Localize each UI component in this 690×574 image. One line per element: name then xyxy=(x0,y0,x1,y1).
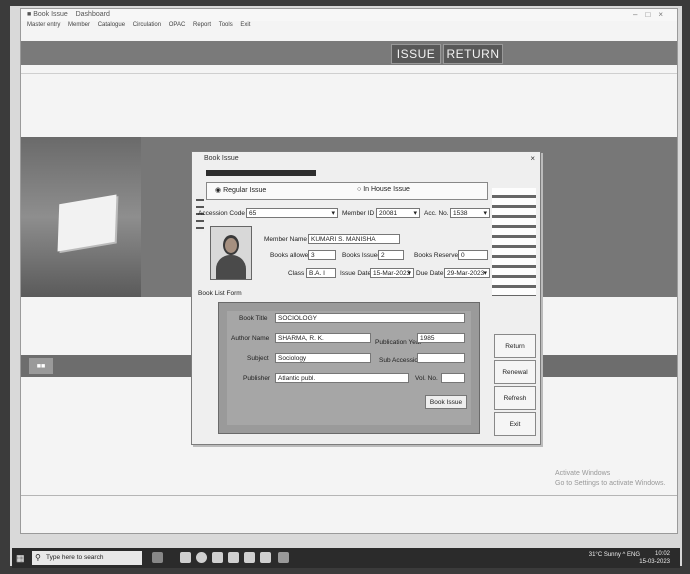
return-button[interactable]: RETURN xyxy=(443,44,503,64)
search-icon: ⚲ xyxy=(35,553,41,562)
acc-no-select[interactable]: 1538 xyxy=(450,208,490,218)
progress-bar xyxy=(206,170,316,176)
return-button[interactable]: Return xyxy=(494,334,536,358)
vol-no-field[interactable] xyxy=(441,373,465,383)
book-title-field[interactable]: SOCIOLOGY xyxy=(275,313,465,323)
sub-accession-field[interactable] xyxy=(417,353,465,363)
windows-start-icon[interactable]: ▦ xyxy=(16,553,26,563)
member-name-field[interactable]: KUMARI S. MANISHA xyxy=(308,234,400,244)
book-list-label: Book List Form xyxy=(198,290,242,297)
bookshelf-image xyxy=(492,188,536,296)
divider xyxy=(21,495,677,496)
widgets-icon[interactable] xyxy=(152,552,163,563)
task-view-icon[interactable] xyxy=(180,552,191,563)
system-tray[interactable]: 31°C Sunny ^ ENG xyxy=(589,552,640,558)
refresh-button[interactable]: Refresh xyxy=(494,386,536,410)
tab-in-house-issue[interactable]: ○ In House Issue xyxy=(357,186,410,193)
store-icon[interactable] xyxy=(228,552,239,563)
member-name-label: Member Name xyxy=(264,236,307,243)
menu-report[interactable]: Report xyxy=(193,22,211,28)
file-explorer-icon[interactable] xyxy=(212,552,223,563)
menu-opac[interactable]: OPAC xyxy=(169,22,186,28)
issue-type-tabs: ◉ Regular Issue ○ In House Issue xyxy=(206,182,488,200)
books-allowed-field[interactable]: 3 xyxy=(308,250,336,260)
member-id-label: Member ID xyxy=(342,210,375,217)
taskbar: ▦ ⚲ Type here to search 31°C Sunny ^ ENG… xyxy=(12,548,680,568)
book-details-panel: Book Title SOCIOLOGY Author Name SHARMA,… xyxy=(218,302,480,434)
due-date-label: Due Date xyxy=(416,270,444,277)
dialog-title-bar: Book Issue × xyxy=(192,152,540,166)
books-reserved-label: Books Reserved xyxy=(414,252,462,259)
close-icon[interactable]: × xyxy=(658,10,671,19)
menu-tools[interactable]: Tools xyxy=(219,22,233,28)
publisher-label: Publisher xyxy=(243,375,271,382)
maximize-icon[interactable]: □ xyxy=(645,10,658,19)
dialog-title: Book Issue xyxy=(204,155,239,162)
window-controls[interactable]: –□× xyxy=(633,10,671,19)
exit-button[interactable]: Exit xyxy=(494,412,536,436)
open-book-image xyxy=(57,194,117,252)
taskbar-search[interactable]: ⚲ Type here to search xyxy=(32,551,142,565)
publication-year-field[interactable]: 1985 xyxy=(417,333,465,343)
menu-member[interactable]: Member xyxy=(68,22,90,28)
acc-no-label: Acc. No. xyxy=(424,210,449,217)
library-photo xyxy=(21,137,141,297)
renewal-button[interactable]: Renewal xyxy=(494,360,536,384)
subject-label: Subject xyxy=(247,355,269,362)
books-allowed-label: Books allowed xyxy=(270,252,312,259)
issue-button[interactable]: ISSUE xyxy=(391,44,441,64)
banner-logo-icon: ■■ xyxy=(29,358,53,374)
window-title: ■ Book Issue Dashboard xyxy=(27,11,110,18)
app-icon[interactable] xyxy=(260,552,271,563)
issue-date-picker[interactable]: 15-Mar-2023 xyxy=(370,268,414,278)
subject-field[interactable]: Sociology xyxy=(275,353,371,363)
divider xyxy=(21,73,677,74)
close-icon[interactable]: × xyxy=(530,154,535,163)
menu-catalogue[interactable]: Catalogue xyxy=(98,22,125,28)
books-reserved-field[interactable]: 0 xyxy=(458,250,488,260)
class-label: Class xyxy=(288,270,305,277)
menu-exit[interactable]: Exit xyxy=(240,22,250,28)
minimize-icon[interactable]: – xyxy=(633,10,645,19)
book-issue-dialog: Book Issue × ◉ Regular Issue ○ In House … xyxy=(191,151,541,445)
books-issued-field[interactable]: 2 xyxy=(378,250,404,260)
vol-no-label: Vol. No. xyxy=(415,375,438,382)
author-name-field[interactable]: SHARMA, R. K. xyxy=(275,333,371,343)
browser-icon[interactable] xyxy=(196,552,207,563)
author-name-label: Author Name xyxy=(231,335,270,342)
main-window: ■ Book Issue Dashboard –□× Master entry … xyxy=(20,8,678,534)
accession-code-label: Accession Code xyxy=(198,210,245,217)
book-title-label: Book Title xyxy=(239,315,268,322)
due-date-picker[interactable]: 29-Mar-2023 xyxy=(444,268,490,278)
title-bar: ■ Book Issue Dashboard –□× xyxy=(21,9,677,21)
app-icon: ■ xyxy=(27,11,32,18)
accession-code-select[interactable]: 65 xyxy=(246,208,338,218)
books-issued-label: Books Issued xyxy=(342,252,382,259)
publication-year-label: Publication Year xyxy=(375,339,422,346)
library-app-icon[interactable] xyxy=(278,552,289,563)
sub-accession-label: Sub Accession xyxy=(379,357,422,364)
class-field[interactable]: B.A. I xyxy=(306,268,336,278)
member-id-select[interactable]: 20081 xyxy=(376,208,420,218)
mail-icon[interactable] xyxy=(244,552,255,563)
book-issue-button[interactable]: Book Issue xyxy=(425,395,467,409)
menu-circulation[interactable]: Circulation xyxy=(133,22,161,28)
menu-bar: Master entry Member Catalogue Circulatio… xyxy=(21,22,677,32)
activate-windows-watermark: Activate Windows Go to Settings to activ… xyxy=(555,470,666,487)
ribbon: ISSUE RETURN xyxy=(21,41,677,65)
member-photo xyxy=(210,226,252,280)
clock[interactable]: 10:02 15-03-2023 xyxy=(639,550,670,566)
menu-master[interactable]: Master entry xyxy=(27,22,60,28)
publisher-field[interactable]: Atlantic publ. xyxy=(275,373,409,383)
issue-date-label: Issue Date xyxy=(340,270,372,277)
tab-regular-issue[interactable]: ◉ Regular Issue xyxy=(215,186,266,194)
